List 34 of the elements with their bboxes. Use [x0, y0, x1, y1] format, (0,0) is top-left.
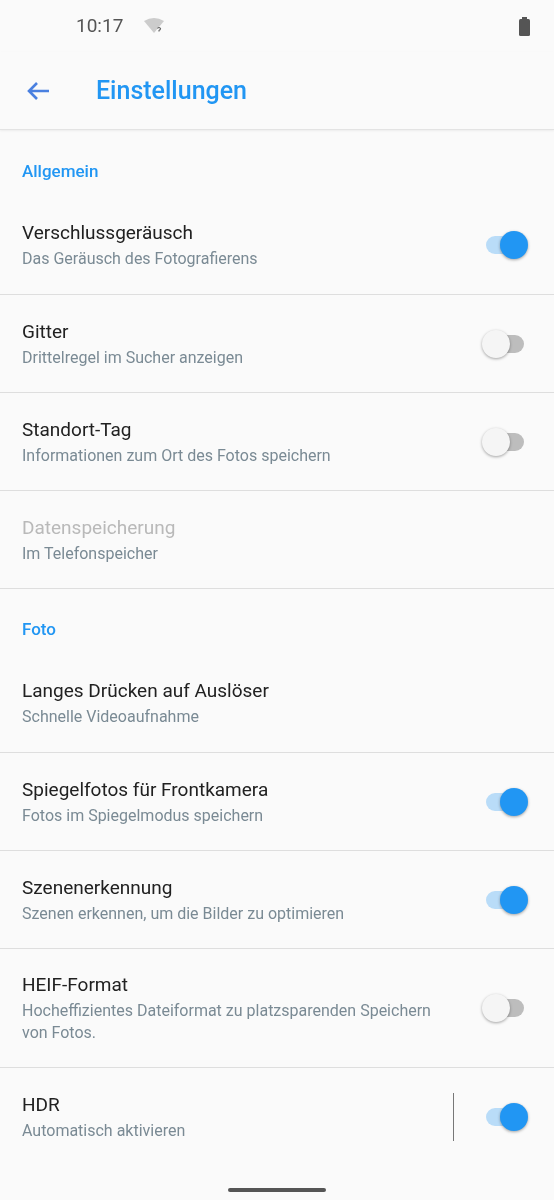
setting-subtitle: Hocheffizientes Dateiformat zu platzsparenden Speichern von Fotos. — [22, 1000, 432, 1044]
screen-title: Einstellungen — [96, 74, 248, 107]
setting-subtitle: Automatisch aktivieren — [22, 1119, 187, 1142]
setting-title: Spiegelfotos für Frontkamera — [22, 776, 270, 803]
setting-subtitle: Informationen zum Ort des Fotos speichern — [22, 444, 332, 467]
setting-title: Standort-Tag — [22, 416, 133, 443]
settings-row[interactable]: Gitter Drittelregel im Sucher anzeigen — [0, 294, 554, 392]
setting-title: HEIF-Format — [22, 972, 130, 998]
setting-title: Szenenerkennung — [22, 874, 174, 901]
back-arrow-icon — [26, 80, 50, 101]
setting-subtitle: Schnelle Videoaufnahme — [22, 706, 200, 728]
status-time: 10:17 — [76, 12, 124, 39]
setting-title: Verschlussgeräusch — [22, 220, 194, 246]
setting-subtitle: Drittelregel im Sucher anzeigen — [22, 346, 245, 369]
setting-subtitle: Das Geräusch des Fotografierens — [22, 248, 259, 270]
battery-icon — [519, 17, 530, 36]
settings-row[interactable]: Verschlussgeräusch Das Geräusch des Fotografierens — [0, 196, 554, 294]
settings-row[interactable]: HDR Automatisch aktivieren — [0, 1067, 554, 1165]
section-header: Allgemein — [22, 159, 99, 183]
settings-row[interactable]: Standort-Tag Informationen zum Ort des Fotos speichern — [0, 392, 554, 490]
setting-subtitle: Fotos im Spiegelmodus speichern — [22, 804, 265, 827]
setting-title: Datenspeicherung — [22, 514, 177, 541]
home-indicator[interactable] — [228, 1188, 326, 1192]
settings-row[interactable]: Langes Drücken auf Auslöser Schnelle Videoaufnahme — [0, 654, 554, 752]
setting-title: Langes Drücken auf Auslöser — [22, 678, 270, 704]
setting-title: HDR — [22, 1091, 61, 1118]
settings-row[interactable]: HEIF-Format Hocheffizientes Dateiformat zu platzsparenden Speichern von Fotos. — [0, 948, 554, 1067]
settings-row[interactable]: Szenenerkennung Szenen erkennen, um die Bilder zu optimieren — [0, 850, 554, 948]
section-header: Foto — [22, 617, 56, 641]
setting-subtitle: Szenen erkennen, um die Bilder zu optimieren — [22, 902, 346, 925]
settings-row[interactable]: Spiegelfotos für Frontkamera Fotos im Spiegelmodus speichern — [0, 752, 554, 850]
setting-subtitle: Im Telefonspeicher — [22, 542, 159, 565]
wifi-icon — [144, 18, 165, 34]
setting-title: Gitter — [22, 318, 70, 345]
